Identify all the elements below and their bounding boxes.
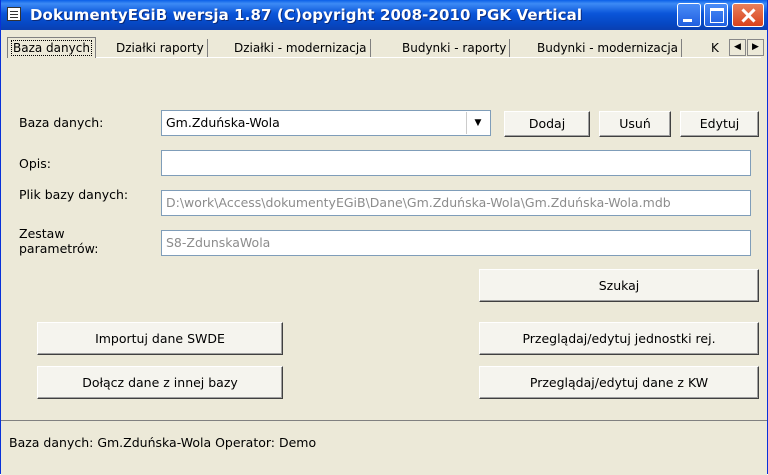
minimize-button[interactable] <box>677 3 701 27</box>
tab-label: Baza danych <box>11 40 92 56</box>
window-title: DokumentyEGiB wersja 1.87 (C)opyright 20… <box>30 6 583 24</box>
tab-strip: Baza danych Działki raporty Działki - mo… <box>1 37 767 58</box>
tab-dzialki-modernizacja[interactable]: Działki - modernizacja <box>231 39 371 57</box>
browse-units-button[interactable]: Przeglądaj/edytuj jednostki rej. <box>479 322 759 355</box>
database-combo[interactable]: Gm.Zduńska-Wola ▼ <box>161 110 491 136</box>
status-bar: Baza danych: Gm.Zduńska-Wola Operator: D… <box>1 420 767 475</box>
title-bar[interactable]: DokumentyEGiB wersja 1.87 (C)opyright 20… <box>1 0 767 30</box>
app-icon <box>7 7 21 21</box>
search-button[interactable]: Szukaj <box>479 269 759 302</box>
tab-budynki-modernizacja[interactable]: Budynki - modernizacja <box>534 39 683 57</box>
add-button[interactable]: Dodaj <box>504 111 590 137</box>
tab-k[interactable]: K <box>708 39 722 57</box>
tab-dzialki-raporty[interactable]: Działki raporty <box>113 39 208 57</box>
params-label: Zestaw parametrów: <box>19 226 98 256</box>
tab-budynki-raporty[interactable]: Budynki - raporty <box>399 39 511 57</box>
import-swde-button[interactable]: Importuj dane SWDE <box>37 322 283 355</box>
maximize-button[interactable] <box>704 3 728 27</box>
database-label: Baza danych: <box>19 115 104 130</box>
browse-kw-button[interactable]: Przeglądaj/edytuj dane z KW <box>479 366 759 399</box>
tab-scroll-left-icon[interactable]: ◀ <box>729 39 746 56</box>
params-label-line2: parametrów: <box>19 241 99 256</box>
tab-scroll-right-icon[interactable]: ▶ <box>747 39 764 56</box>
chevron-down-icon[interactable]: ▼ <box>466 112 489 134</box>
description-field[interactable] <box>161 150 751 176</box>
params-field[interactable]: S8-ZdunskaWola <box>161 230 751 256</box>
file-label: Plik bazy danych: <box>19 187 129 202</box>
close-button[interactable] <box>732 3 764 27</box>
description-label: Opis: <box>19 156 51 171</box>
tab-panel-baza-danych: Baza danych: Gm.Zduńska-Wola ▼ Dodaj Usu… <box>7 58 761 420</box>
database-combo-value: Gm.Zduńska-Wola <box>166 115 280 130</box>
application-window: DokumentyEGiB wersja 1.87 (C)opyright 20… <box>0 0 768 475</box>
status-text: Baza danych: Gm.Zduńska-Wola Operator: D… <box>9 435 317 450</box>
delete-button[interactable]: Usuń <box>599 111 671 137</box>
edit-button[interactable]: Edytuj <box>680 111 759 137</box>
params-label-line1: Zestaw <box>19 226 65 241</box>
tab-baza-danych[interactable]: Baza danych <box>7 37 96 58</box>
file-field[interactable]: D:\work\Access\dokumentyEGiB\Dane\Gm.Zdu… <box>161 190 751 216</box>
attach-other-db-button[interactable]: Dołącz dane z innej bazy <box>37 366 283 399</box>
